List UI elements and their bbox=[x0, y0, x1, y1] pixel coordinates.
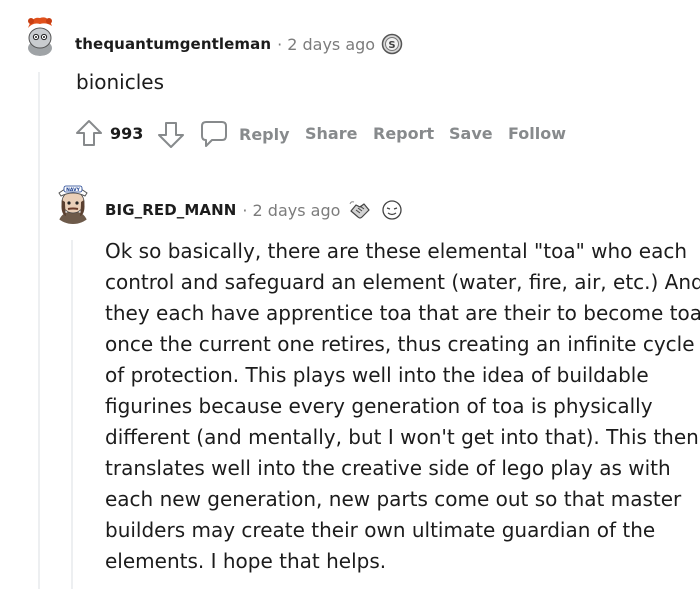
comment2-body-line: once the current one retires, thus creat… bbox=[105, 332, 695, 356]
avatar[interactable] bbox=[18, 12, 62, 56]
comment1-body: bionicles bbox=[76, 70, 164, 94]
award-handshake-icon[interactable] bbox=[348, 199, 372, 221]
timestamp[interactable]: 2 days ago bbox=[287, 35, 375, 54]
award-silver-icon[interactable]: S bbox=[381, 33, 403, 55]
meta-separator: · bbox=[277, 34, 283, 54]
award-face-icon[interactable] bbox=[380, 199, 404, 221]
save-button[interactable]: Save bbox=[449, 124, 493, 143]
comment2-body: Ok so basically, there are these element… bbox=[105, 236, 700, 577]
comment2-body-line: different (and mentally, but I won't get… bbox=[105, 425, 699, 449]
comment2-body-line: control and safeguard an element (water,… bbox=[105, 270, 700, 294]
comment2-body-line: elements. I hope that helps. bbox=[105, 549, 387, 573]
comment2-body-line: each new generation, new parts come out … bbox=[105, 487, 682, 511]
comment2-body-line: builders may create their own ultimate g… bbox=[105, 518, 656, 542]
upvote-button[interactable] bbox=[74, 119, 104, 147]
avatar-cap-text: NAVY bbox=[66, 187, 80, 193]
timestamp[interactable]: 2 days ago bbox=[253, 201, 341, 220]
comment-bubble-icon bbox=[201, 121, 227, 147]
username[interactable]: thequantumgentleman bbox=[75, 35, 271, 53]
upvote-arrow-icon bbox=[76, 120, 102, 146]
meta-separator: · bbox=[242, 200, 248, 220]
downvote-button[interactable] bbox=[156, 121, 186, 149]
share-button[interactable]: Share bbox=[305, 124, 357, 143]
downvote-arrow-icon bbox=[158, 122, 184, 148]
comment2-body-line: translates well into the creative side o… bbox=[105, 456, 671, 480]
comment1-header: thequantumgentleman · 2 days ago S bbox=[75, 33, 403, 55]
avatar-sailor-icon: NAVY bbox=[50, 178, 96, 224]
thread-line-comment1[interactable] bbox=[38, 72, 40, 589]
comment2-body-line: of protection. This plays well into the … bbox=[105, 363, 649, 387]
username[interactable]: BIG_RED_MANN bbox=[105, 201, 236, 219]
comment2-header: BIG_RED_MANN · 2 days ago bbox=[105, 199, 404, 221]
avatar-robot-icon bbox=[18, 12, 62, 56]
follow-button[interactable]: Follow bbox=[508, 124, 566, 143]
reply-label: Reply bbox=[239, 124, 290, 144]
report-button[interactable]: Report bbox=[373, 124, 434, 143]
vote-count: 993 bbox=[110, 124, 144, 143]
comment2-body-line: they each have apprentice toa that are t… bbox=[105, 301, 700, 325]
comment2-body-line: Ok so basically, there are these element… bbox=[105, 239, 688, 263]
avatar[interactable]: NAVY bbox=[50, 178, 96, 224]
reply-button[interactable]: Reply bbox=[199, 119, 290, 149]
svg-text:S: S bbox=[388, 40, 395, 51]
comment2-body-line: figurines because every generation of to… bbox=[105, 394, 653, 418]
thread-line-comment2[interactable] bbox=[71, 240, 73, 589]
